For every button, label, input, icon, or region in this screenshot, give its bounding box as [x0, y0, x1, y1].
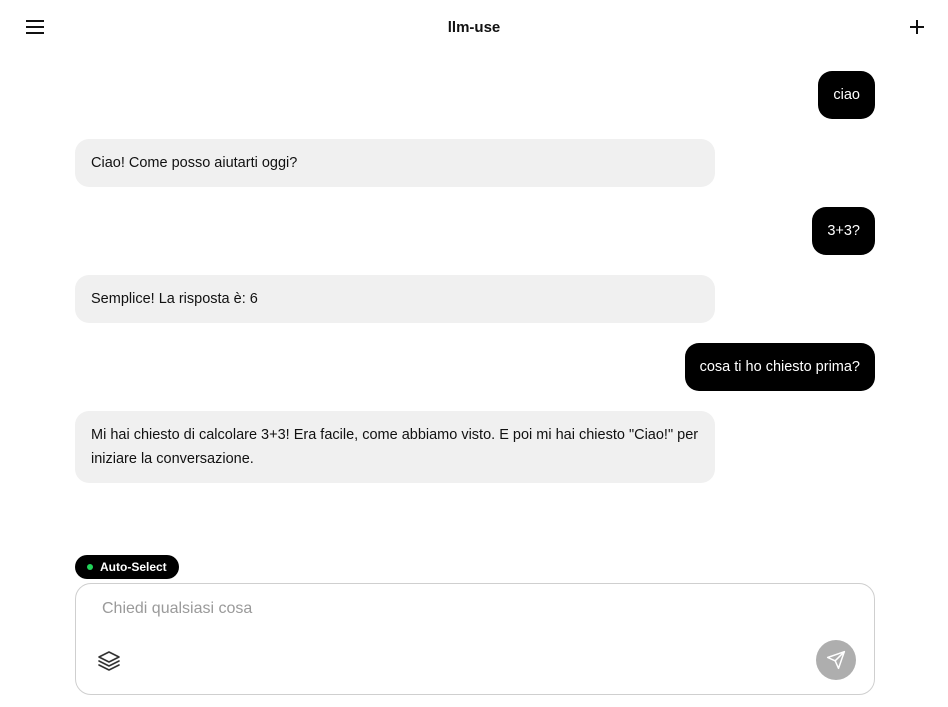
assistant-message: Ciao! Come posso aiutarti oggi?: [75, 139, 715, 187]
header: llm-use: [0, 0, 948, 56]
new-chat-button[interactable]: [904, 14, 930, 40]
message-input[interactable]: [102, 600, 802, 618]
user-message: 3+3?: [812, 207, 875, 255]
assistant-message: Semplice! La risposta è: 6: [75, 275, 715, 323]
layers-icon: [98, 651, 120, 671]
model-selector-chip[interactable]: Auto-Select: [75, 555, 179, 579]
status-dot-icon: [87, 564, 93, 570]
send-button[interactable]: [816, 640, 856, 680]
plus-icon: [910, 20, 924, 34]
send-icon: [826, 650, 846, 670]
user-message: ciao: [818, 71, 875, 119]
layers-button[interactable]: [96, 648, 122, 674]
assistant-message: Mi hai chiesto di calcolare 3+3! Era fac…: [75, 411, 715, 483]
user-message: cosa ti ho chiesto prima?: [684, 343, 875, 391]
page-title: llm-use: [447, 19, 501, 36]
chat-app: llm-use ciao Ciao! Come posso aiutarti o…: [0, 0, 948, 707]
composer: [75, 583, 875, 695]
model-selector-label: Auto-Select: [100, 560, 167, 574]
